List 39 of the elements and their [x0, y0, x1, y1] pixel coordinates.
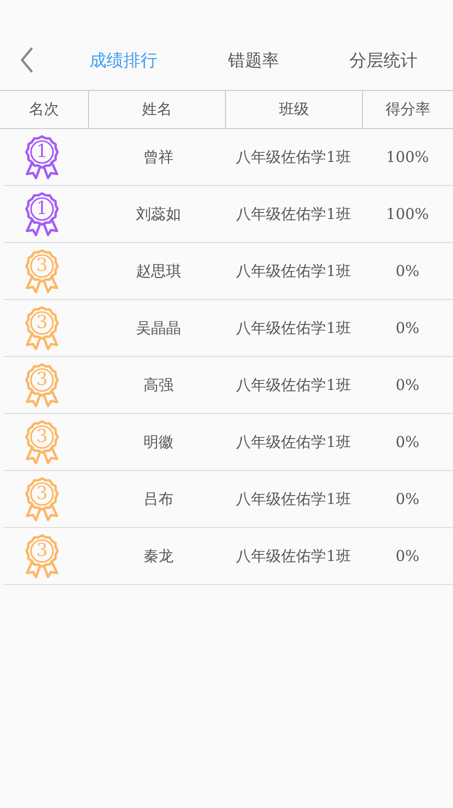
table-cell-text: 0% [394, 490, 420, 508]
rank-number: 3 [35, 369, 49, 391]
tab[interactable]: 错题率 [228, 48, 279, 72]
table-cell-text: 0% [394, 376, 420, 394]
tab[interactable]: 分层统计 [350, 48, 418, 72]
column-header: 得分率 [362, 91, 453, 128]
table-cell-text: 100% [385, 205, 430, 223]
rank-number: 3 [35, 255, 49, 277]
table-cell-text: 秦龙 [142, 546, 174, 566]
table-cell-text: 0% [394, 262, 420, 280]
table-cell-text: 0% [394, 319, 420, 337]
rank-number: 1 [35, 141, 49, 163]
column-header: 名次 [28, 99, 60, 120]
rank-number: 3 [35, 312, 49, 334]
table-cell-text: 0% [394, 547, 420, 565]
table-cell-text: 吴晶晶 [135, 318, 182, 338]
table-cell-text: 八年级佐佑学1班 [235, 546, 352, 566]
rank-number: 1 [35, 198, 49, 220]
rank-number: 3 [35, 426, 49, 448]
table-cell-text: 0% [394, 433, 420, 451]
table-cell-text: 明徽 [142, 432, 174, 452]
rank-number: 3 [35, 483, 49, 505]
table-cell-text: 八年级佐佑学1班 [235, 490, 352, 508]
column-header: 姓名 [88, 91, 225, 128]
table-cell-text: 100% [385, 148, 430, 166]
rank-number: 3 [35, 540, 49, 562]
back-icon[interactable] [20, 46, 34, 74]
column-header: 班级 [225, 91, 362, 128]
table-cell-text: 八年级佐佑学1班 [235, 148, 352, 166]
table-cell-text: 八年级佐佑学1班 [235, 376, 352, 394]
table-cell-text: 八年级佐佑学1班 [235, 204, 352, 224]
table-cell-text: 刘蕊如 [135, 204, 182, 224]
table-cell-text: 八年级佐佑学1班 [235, 318, 352, 338]
table-cell-text: 八年级佐佑学1班 [235, 262, 352, 280]
table-cell-text: 赵思琪 [135, 262, 182, 280]
table-cell-text: 吕布 [142, 490, 174, 508]
table-cell-text: 八年级佐佑学1班 [235, 432, 352, 452]
table-cell-text: 曾祥 [142, 148, 174, 166]
table-cell-text: 高强 [142, 376, 174, 394]
